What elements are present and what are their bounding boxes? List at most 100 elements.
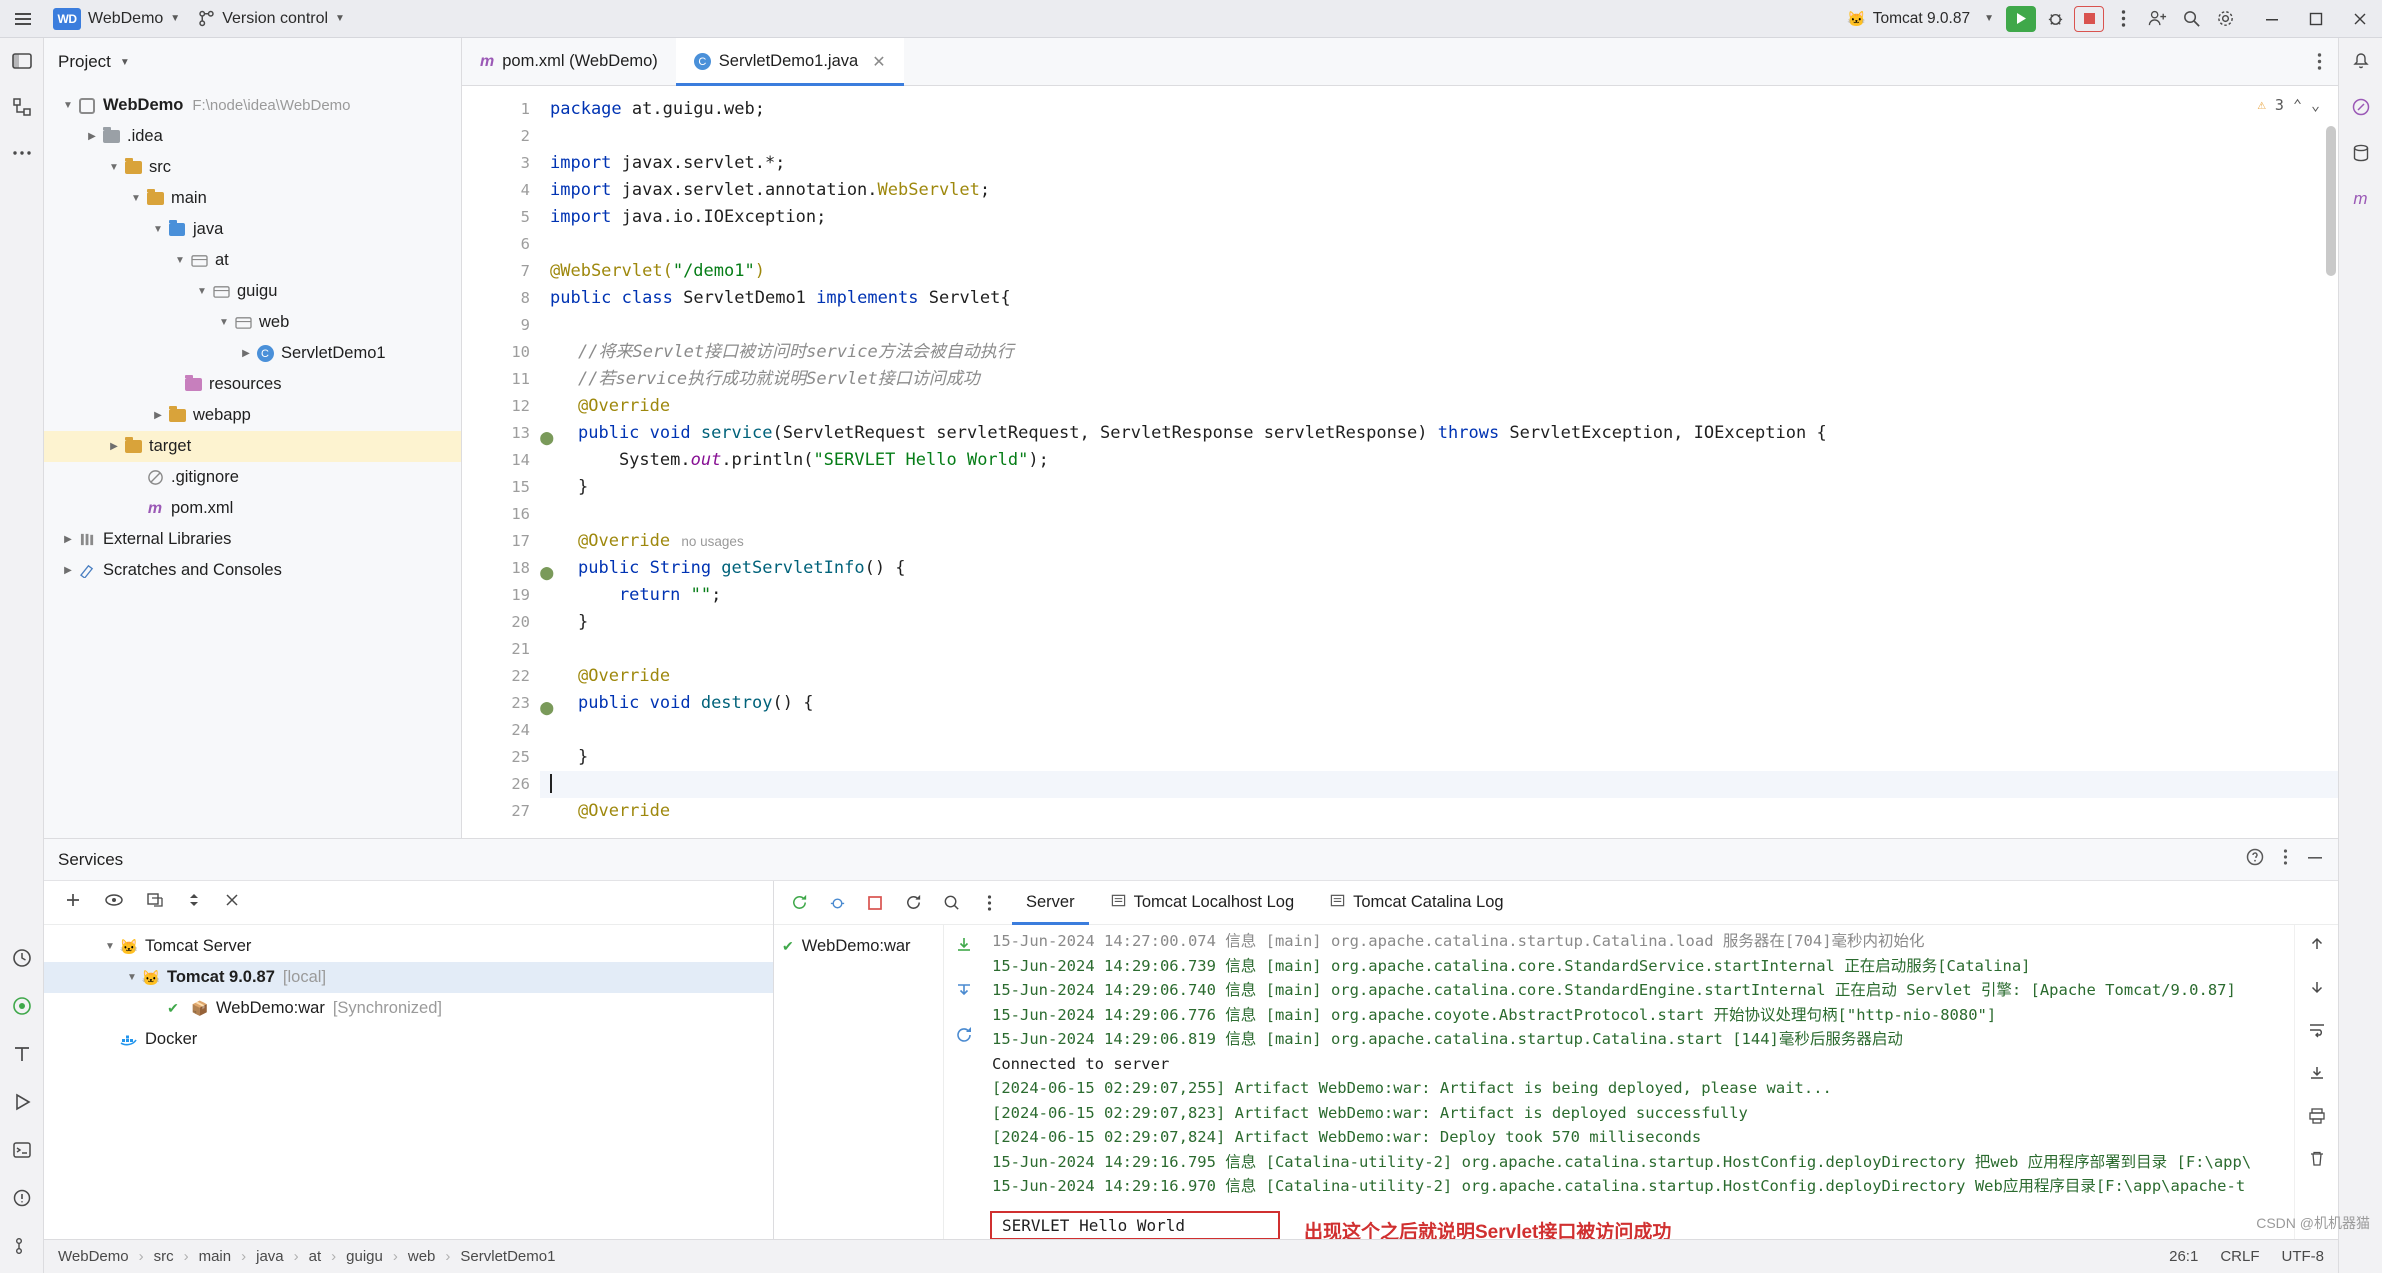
clear-console-icon[interactable] [2308,1150,2326,1173]
service-node-tomcat-9[interactable]: ▼ 🐱 Tomcat 9.0.87 [local] [44,962,773,993]
soft-wrap-icon[interactable] [2308,1021,2326,1044]
line-separator[interactable]: CRLF [2220,1248,2259,1265]
services-tool-icon[interactable] [7,943,37,973]
caret-position[interactable]: 26:1 [2169,1248,2198,1265]
tree-node-web[interactable]: ▼ web [44,307,461,338]
chevron-down-icon[interactable]: ▼ [150,224,166,235]
tree-node-gitignore[interactable]: .gitignore [44,462,461,493]
chevron-down-icon[interactable]: ▼ [194,286,210,297]
services-options-icon[interactable] [2283,848,2288,871]
service-node-docker[interactable]: Docker [44,1024,773,1055]
tree-node-servletdemo1[interactable]: ▶ C ServletDemo1 [44,338,461,369]
scroll-down-icon[interactable] [2308,978,2326,1001]
rerun-icon[interactable] [784,888,814,918]
editor-options-button[interactable] [2301,38,2338,85]
tree-node-java[interactable]: ▼ java [44,214,461,245]
tree-node-src[interactable]: ▼ src [44,152,461,183]
maximize-icon[interactable] [2294,0,2338,38]
tree-node-scratches[interactable]: ▶ Scratches and Consoles [44,555,461,586]
update-icon[interactable] [954,1025,974,1050]
breadcrumb-item-file[interactable]: ServletDemo1 [460,1248,555,1265]
debug-button[interactable] [2038,4,2072,34]
service-node-webdemo-war[interactable]: ✔ 📦 WebDemo:war [Synchronized] [44,993,773,1024]
redeploy-icon[interactable] [954,935,974,960]
save-console-icon[interactable] [2308,1064,2326,1087]
version-control-selector[interactable]: Version control ▼ [189,5,354,33]
help-icon[interactable] [2245,847,2265,872]
minimize-icon[interactable] [2250,0,2294,38]
tab-pom-xml[interactable]: m pom.xml (WebDemo) [462,38,676,85]
tree-node-resources[interactable]: resources [44,369,461,400]
tree-node-at[interactable]: ▼ at [44,245,461,276]
chevron-down-icon[interactable]: ▼ [172,255,188,266]
tree-node-idea[interactable]: ▶ .idea [44,121,461,152]
project-tool-icon[interactable] [7,46,37,76]
filter-log-icon[interactable] [936,888,966,918]
tree-node-external-libraries[interactable]: ▶ External Libraries [44,524,461,555]
more-tools-icon[interactable] [7,138,37,168]
chevron-right-icon[interactable]: ▶ [106,441,122,452]
print-icon[interactable] [2308,1107,2326,1130]
expand-collapse-icon[interactable] [186,891,202,914]
close-service-icon[interactable] [224,892,240,913]
debug-rerun-icon[interactable] [822,888,852,918]
chevron-right-icon[interactable]: ▶ [238,348,254,359]
notifications-icon[interactable] [2346,46,2376,76]
breadcrumb-item[interactable]: at [309,1248,322,1265]
gear-icon[interactable] [2208,4,2242,34]
group-services-icon[interactable] [146,891,164,914]
chevron-right-icon[interactable]: ▶ [60,534,76,545]
chevron-down-icon[interactable]: ⌄ [2311,96,2320,114]
add-account-icon[interactable] [2140,4,2174,34]
code-content[interactable]: package at.guigu.web; import javax.servl… [540,86,2338,838]
minimize-tool-window-icon[interactable] [2306,848,2324,871]
tree-node-webapp[interactable]: ▶ webapp [44,400,461,431]
endpoints-tool-icon[interactable] [7,991,37,1021]
service-node-tomcat-server[interactable]: ▼ 🐱 Tomcat Server [44,931,773,962]
tab-tomcat-catalina-log[interactable]: Tomcat Catalina Log [1316,881,1517,925]
stop-button[interactable] [2072,4,2106,34]
restart-icon[interactable] [898,888,928,918]
breadcrumb-item[interactable]: WebDemo [58,1248,129,1265]
console-output[interactable]: 15-Jun-2024 14:27:00.074 信息 [main] org.a… [984,925,2294,1239]
chevron-down-icon[interactable]: ▼ [102,941,118,952]
close-icon[interactable]: ✕ [872,52,885,72]
database-tool-icon[interactable] [2346,138,2376,168]
structure-tool-icon[interactable] [7,92,37,122]
project-selector[interactable]: WD WebDemo ▼ [40,5,189,33]
code-editor[interactable]: 1 2 3 4 5 6 7 8 9 10 11 12 13 ⬤ 14 15 16… [462,86,2338,838]
chevron-up-icon[interactable]: ⌃ [2293,96,2302,114]
chevron-down-icon[interactable]: ▼ [60,100,76,111]
filter-view-icon[interactable] [104,891,124,914]
run-button[interactable] [2004,4,2038,34]
add-service-icon[interactable] [64,891,82,914]
maven-tool-icon[interactable] [2346,92,2376,122]
inspection-widget[interactable]: ⚠ 3 ⌃ ⌄ [2257,96,2320,114]
chevron-right-icon[interactable]: ▶ [150,410,166,421]
project-pane-header[interactable]: Project ▼ [44,38,461,86]
chevron-down-icon[interactable]: ▼ [216,317,232,328]
ai-assistant-icon[interactable]: m [2346,184,2376,214]
tree-node-target[interactable]: ▶ target [44,431,461,462]
chevron-right-icon[interactable]: ▶ [84,131,100,142]
problems-tool-icon[interactable] [7,1183,37,1213]
chevron-right-icon[interactable]: ▶ [60,565,76,576]
chevron-down-icon[interactable]: ▼ [124,972,140,983]
scroll-up-icon[interactable] [2308,935,2326,958]
console-more-icon[interactable] [974,888,1004,918]
deployment-item[interactable]: ✔ WebDemo:war [774,931,943,961]
tree-node-guigu[interactable]: ▼ guigu [44,276,461,307]
undeploy-icon[interactable] [954,980,974,1005]
tab-tomcat-localhost-log[interactable]: Tomcat Localhost Log [1097,881,1309,925]
run-configuration-selector[interactable]: 🐱 Tomcat 9.0.87 ▼ [1837,5,2004,33]
breadcrumb-item[interactable]: guigu [346,1248,383,1265]
tab-server[interactable]: Server [1012,881,1089,925]
chevron-down-icon[interactable]: ▼ [106,162,122,173]
terminal-tool-icon[interactable] [7,1135,37,1165]
git-tool-icon[interactable] [7,1231,37,1261]
tree-node-pomxml[interactable]: m pom.xml [44,493,461,524]
breadcrumb-item[interactable]: src [154,1248,174,1265]
search-icon[interactable] [2174,4,2208,34]
tree-node-webdemo[interactable]: ▼ WebDemo F:\node\idea\WebDemo [44,90,461,121]
tab-servletdemo1-java[interactable]: C ServletDemo1.java ✕ [675,38,904,86]
